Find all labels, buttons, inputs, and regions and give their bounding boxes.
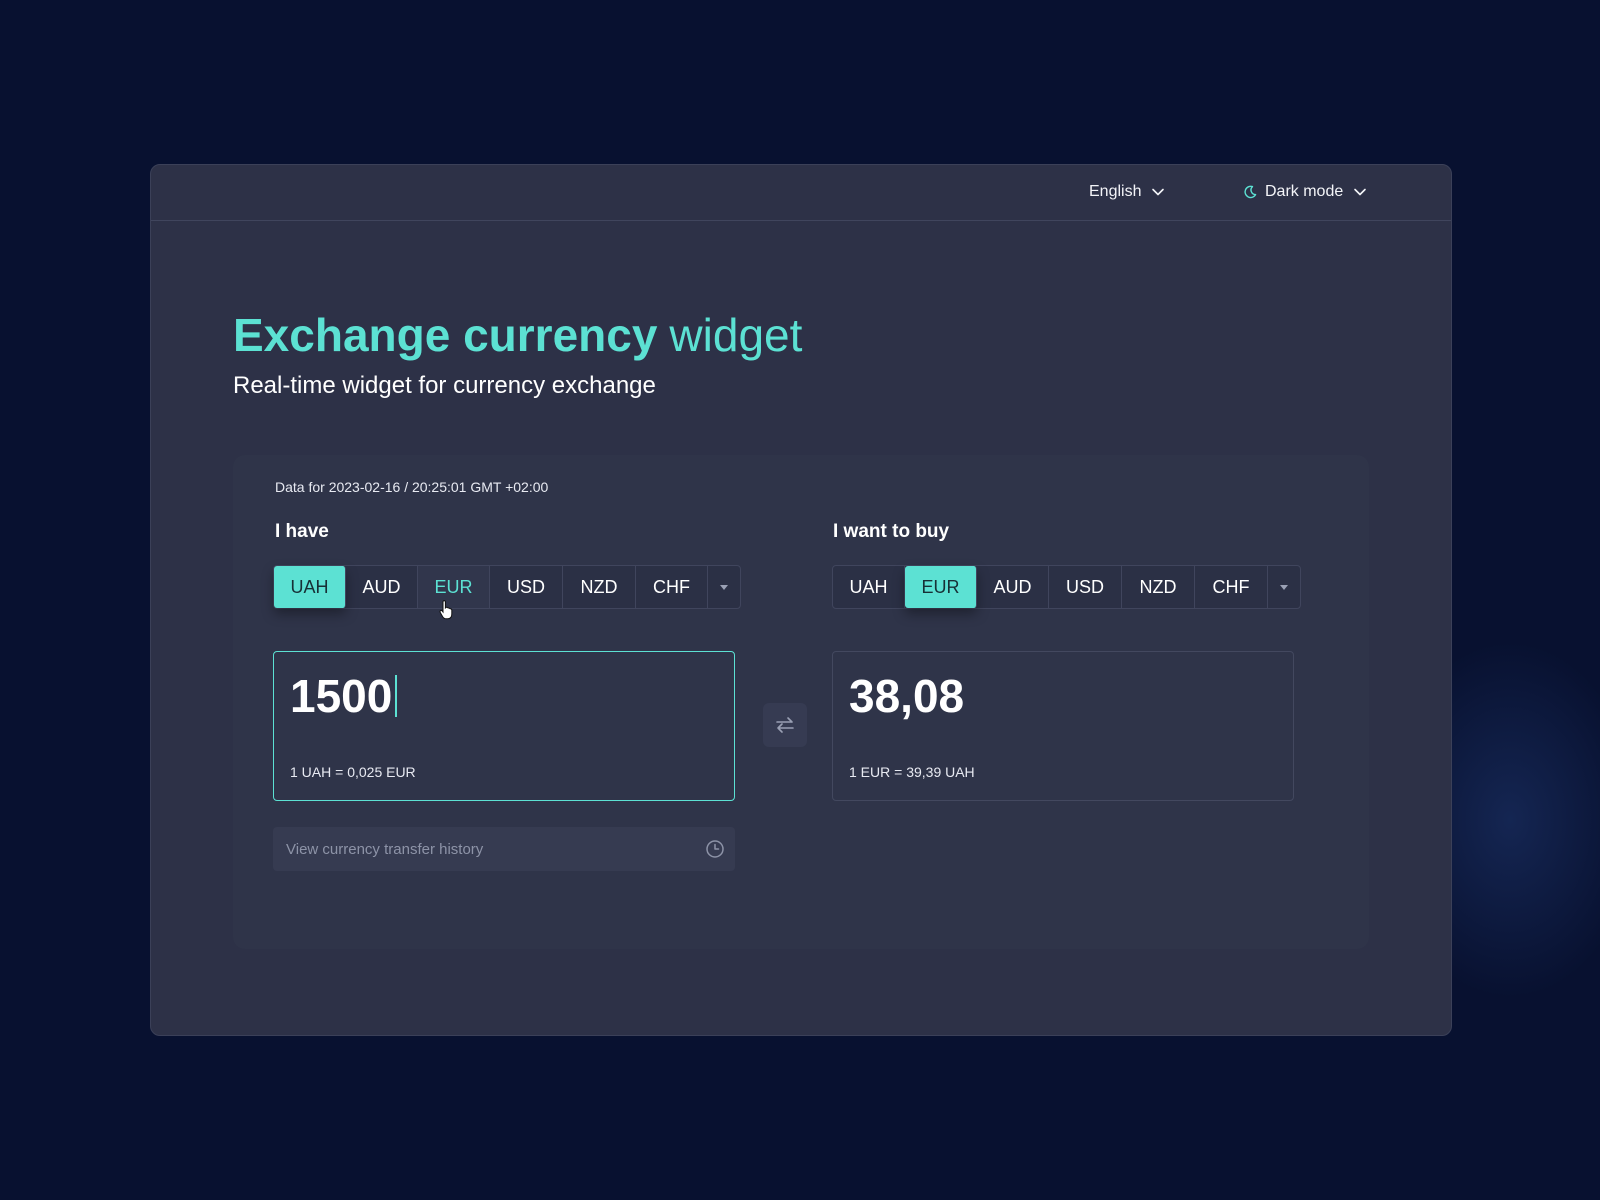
buy-currency-more-button[interactable] (1268, 566, 1300, 608)
text-cursor (395, 675, 398, 717)
have-currency-aud[interactable]: AUD (346, 566, 418, 608)
caret-down-icon (720, 584, 728, 590)
have-currency-eur[interactable]: EUR (418, 566, 490, 608)
data-timestamp: Data for 2023-02-16 / 20:25:01 GMT +02:0… (275, 479, 549, 495)
have-rate: 1 UAH = 0,025 EUR (290, 764, 416, 780)
buy-amount-value: 38,08 (849, 670, 965, 722)
moon-icon (1244, 185, 1257, 199)
have-amount-text: 1500 (290, 670, 393, 722)
page-title-bold: Exchange currency (233, 309, 658, 361)
have-amount-value: 1500 (290, 668, 398, 724)
app-window: English Dark mode Exchange currency widge… (150, 164, 1452, 1036)
hand-pointer-icon (439, 600, 453, 620)
exchange-card: Data for 2023-02-16 / 20:25:01 GMT +02:0… (233, 455, 1369, 949)
page-title-light: widget (669, 309, 803, 361)
buy-currency-nzd[interactable]: NZD (1122, 566, 1195, 608)
language-label: English (1089, 183, 1142, 200)
theme-dropdown[interactable]: Dark mode (1243, 183, 1367, 201)
have-currency-uah[interactable]: UAH (274, 566, 346, 608)
buy-label: I want to buy (833, 521, 950, 542)
transfer-history-field[interactable]: View currency transfer history (273, 827, 735, 871)
have-currency-nzd[interactable]: NZD (563, 566, 636, 608)
buy-currency-aud[interactable]: AUD (977, 566, 1049, 608)
buy-currency-eur[interactable]: EUR (905, 566, 977, 608)
buy-currency-uah[interactable]: UAH (833, 566, 905, 608)
have-currency-usd[interactable]: USD (490, 566, 563, 608)
buy-rate: 1 EUR = 39,39 UAH (849, 764, 975, 780)
buy-currency-usd[interactable]: USD (1049, 566, 1122, 608)
chevron-down-icon (1152, 188, 1165, 196)
have-label: I have (275, 521, 329, 542)
have-amount-field[interactable]: 1500 1 UAH = 0,025 EUR (273, 651, 735, 801)
chevron-down-icon (1354, 188, 1367, 196)
language-dropdown[interactable]: English (1089, 183, 1165, 201)
buy-currency-selector: UAH EUR AUD USD NZD CHF (832, 565, 1301, 609)
buy-amount-field[interactable]: 38,08 1 EUR = 39,39 UAH (832, 651, 1294, 801)
caret-down-icon (1280, 584, 1288, 590)
top-bar: English Dark mode (151, 165, 1451, 221)
have-currency-chf[interactable]: CHF (636, 566, 708, 608)
swap-currencies-button[interactable] (763, 703, 807, 747)
have-currency-more-button[interactable] (708, 566, 740, 608)
transfer-history-placeholder: View currency transfer history (286, 840, 484, 858)
theme-label: Dark mode (1265, 183, 1344, 200)
page-title: Exchange currency widget (233, 307, 802, 363)
buy-currency-chf[interactable]: CHF (1195, 566, 1268, 608)
have-currency-selector: UAH AUD EUR USD NZD CHF (273, 565, 741, 609)
clock-icon[interactable] (705, 839, 725, 859)
swap-arrows-icon (776, 717, 794, 733)
page-subtitle: Real-time widget for currency exchange (233, 372, 656, 399)
